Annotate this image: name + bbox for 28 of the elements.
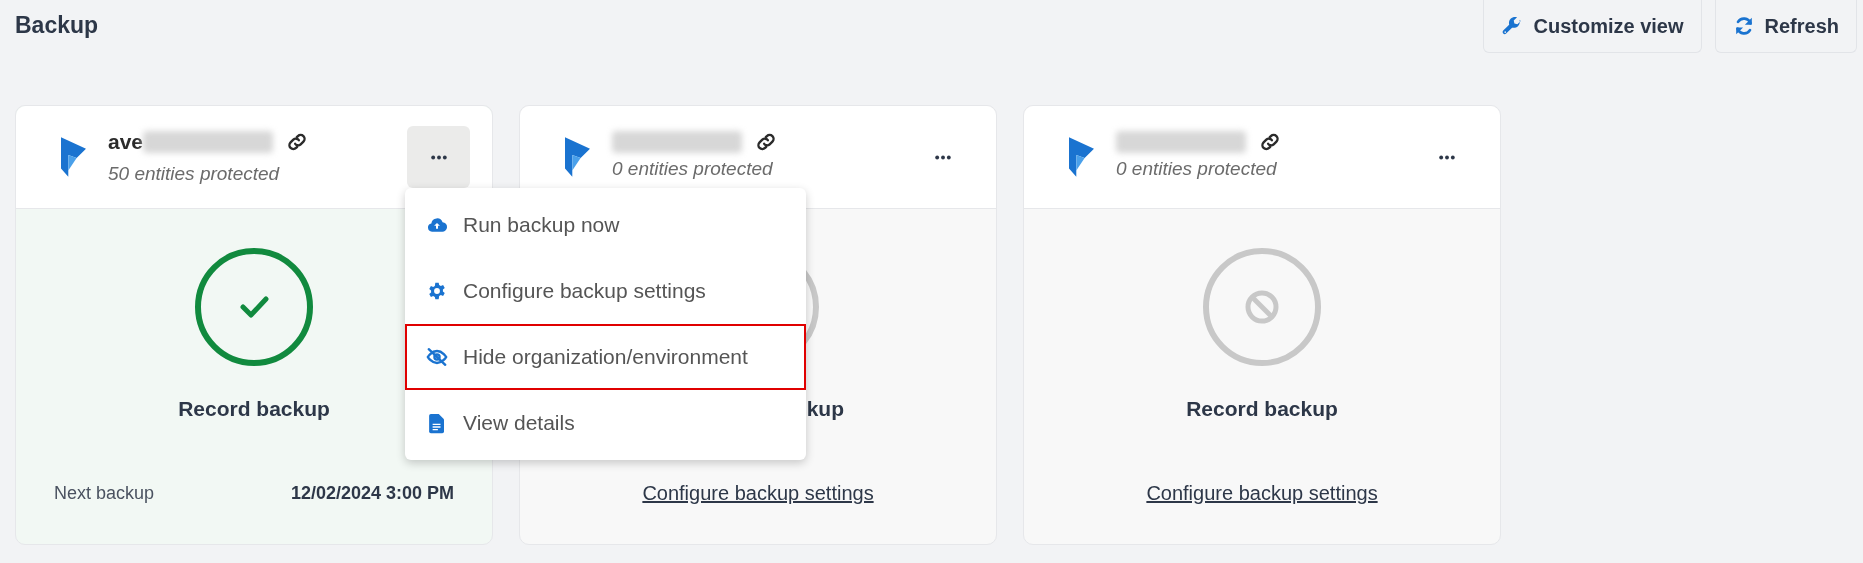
entities-count: 50 entities protected xyxy=(108,161,281,186)
configure-settings-link[interactable]: Configure backup settings xyxy=(1146,477,1378,508)
app-logo xyxy=(61,137,86,177)
menu-item[interactable]: Configure backup settings xyxy=(405,258,806,324)
ellipsis-icon xyxy=(429,154,448,160)
next-backup-label: Next backup xyxy=(54,481,155,505)
status-title: Record backup xyxy=(1186,396,1338,422)
ellipsis-icon xyxy=(933,154,952,160)
status-title: kup xyxy=(806,396,844,422)
menu-item[interactable]: View details xyxy=(405,390,806,456)
app-logo xyxy=(565,137,590,177)
entities-count: 0 entities protected xyxy=(612,156,774,181)
status-title: Record backup xyxy=(178,396,330,422)
customize-view-button[interactable]: Customize view xyxy=(1483,0,1702,53)
document-icon xyxy=(429,412,445,434)
next-backup-time: 12/02/2024 3:00 PM xyxy=(290,481,454,505)
gear-icon xyxy=(427,281,447,301)
menu-item[interactable]: Run backup now xyxy=(405,192,806,258)
configure-settings-link[interactable]: Configure backup settings xyxy=(642,477,874,508)
app-logo xyxy=(1069,137,1094,177)
eye-slash-icon xyxy=(425,346,449,368)
entities-count: 0 entities protected xyxy=(1116,156,1278,181)
ellipsis-icon xyxy=(1437,154,1456,160)
refresh-button[interactable]: Refresh xyxy=(1714,0,1857,53)
page-title: Backup xyxy=(14,11,99,40)
cloud-upload-icon xyxy=(425,215,449,235)
organization-name: ave xyxy=(108,129,144,155)
menu-item[interactable]: Hide organization/environment xyxy=(405,324,806,390)
